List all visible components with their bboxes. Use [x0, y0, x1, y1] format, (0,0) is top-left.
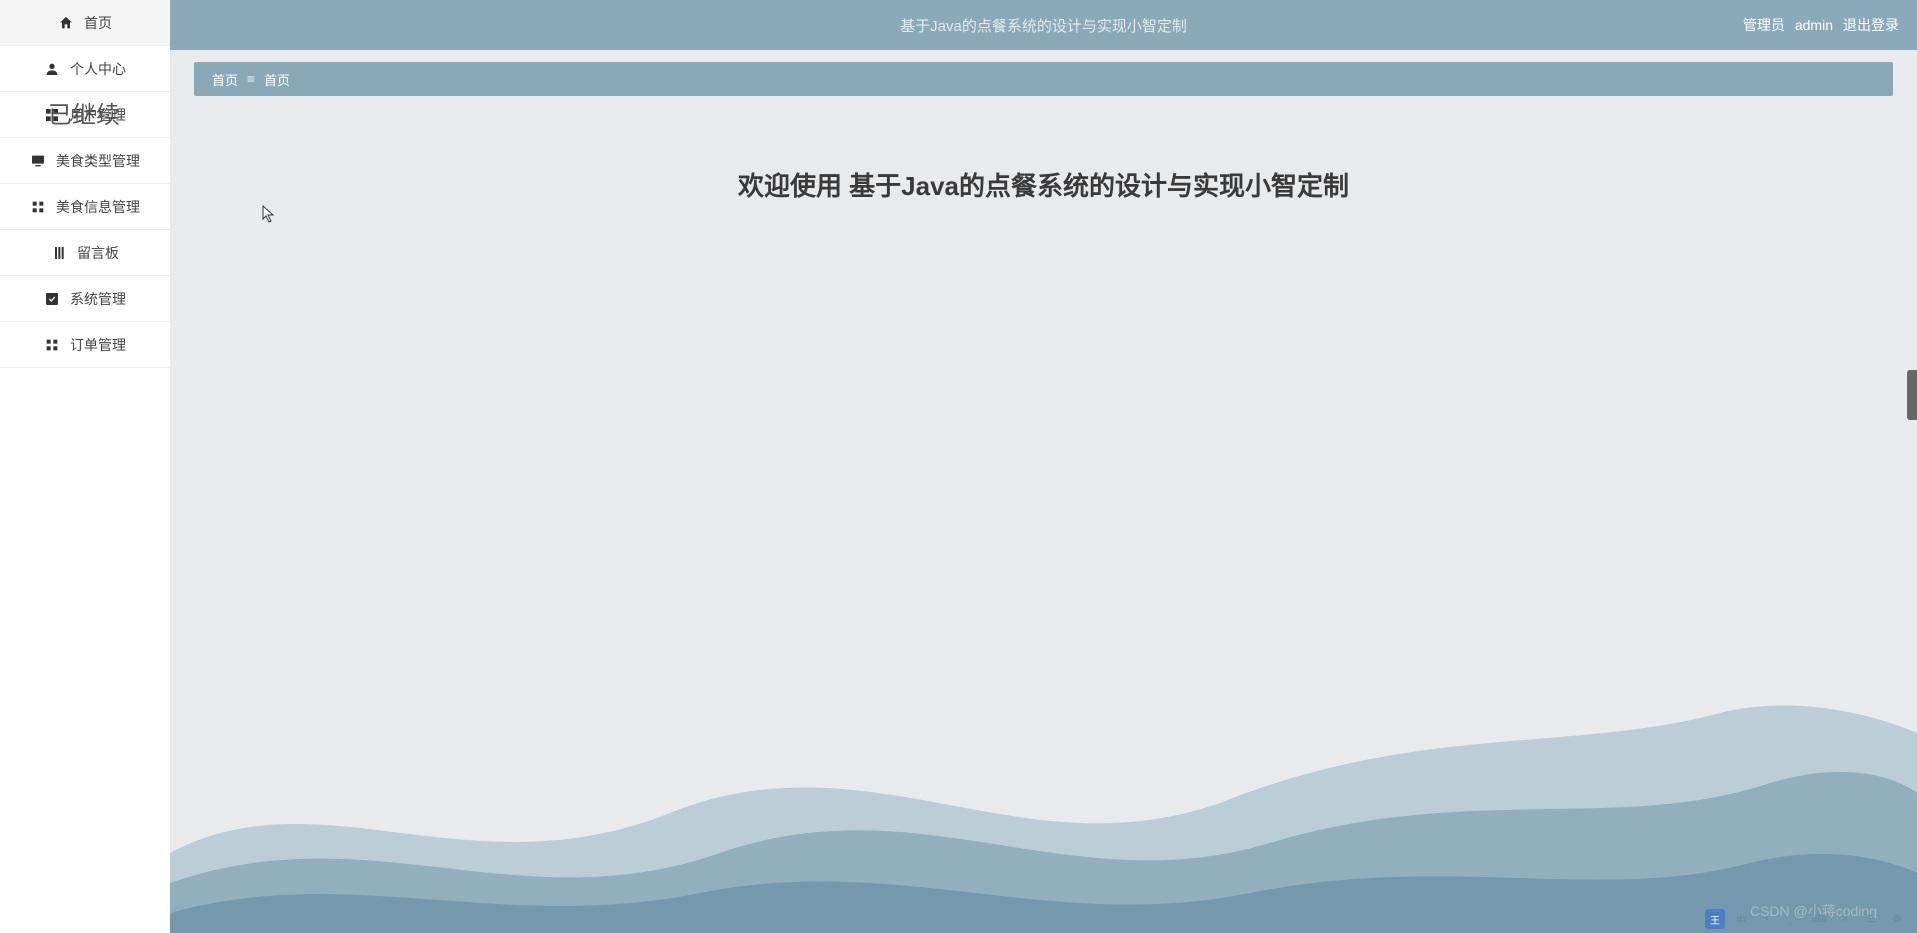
- breadcrumb-current: 首页: [264, 70, 290, 89]
- sidebar-item-food-type[interactable]: 美食类型管理: [0, 138, 170, 184]
- home-icon: [58, 15, 74, 31]
- tray-icon[interactable]: 王: [1705, 909, 1725, 929]
- breadcrumb-root[interactable]: 首页: [212, 70, 238, 89]
- breadcrumb-separator-icon: [246, 74, 256, 84]
- bookmark-icon: [51, 245, 67, 261]
- taskbar-tray: 王 中 • ， ⌨ ✕ ☰ ⚙: [1705, 909, 1907, 929]
- sidebar-item-label: 留言板: [77, 243, 119, 263]
- tray-icon[interactable]: ⚙: [1887, 909, 1907, 929]
- apps-icon: [30, 199, 46, 215]
- tray-icon[interactable]: ，: [1783, 909, 1803, 929]
- tray-icon[interactable]: ⌨: [1809, 909, 1829, 929]
- tray-icon[interactable]: •: [1757, 909, 1777, 929]
- sidebar-item-system-manage[interactable]: 系统管理: [0, 276, 170, 322]
- user-role: 管理员: [1743, 15, 1785, 35]
- sidebar-item-order-manage[interactable]: 订单管理: [0, 322, 170, 368]
- username[interactable]: admin: [1795, 17, 1833, 33]
- page-content: 欢迎使用 基于Java的点餐系统的设计与实现小智定制: [194, 96, 1893, 203]
- sidebar-item-label: 美食信息管理: [56, 197, 140, 217]
- sidebar: 首页 个人中心 用户管理 美食类型管理 美食信息管理: [0, 0, 170, 933]
- sidebar-item-label: 订单管理: [70, 335, 126, 355]
- grid2-icon: [44, 337, 60, 353]
- main-area: 基于Java的点餐系统的设计与实现小智定制 管理员 admin 退出登录 首页 …: [170, 0, 1917, 933]
- sidebar-item-food-info[interactable]: 美食信息管理: [0, 184, 170, 230]
- tray-icon[interactable]: 中: [1731, 909, 1751, 929]
- sidebar-item-profile[interactable]: 个人中心: [0, 46, 170, 92]
- top-header: 基于Java的点餐系统的设计与实现小智定制 管理员 admin 退出登录: [170, 0, 1917, 50]
- tray-icon[interactable]: ☰: [1861, 909, 1881, 929]
- side-drawer-handle[interactable]: [1907, 370, 1917, 420]
- sidebar-item-label: 用户管理: [70, 105, 126, 125]
- grid-icon: [44, 107, 60, 123]
- sidebar-item-label: 个人中心: [70, 59, 126, 79]
- sidebar-item-home[interactable]: 首页: [0, 0, 170, 46]
- breadcrumb: 首页 首页: [194, 62, 1893, 96]
- welcome-heading: 欢迎使用 基于Java的点餐系统的设计与实现小智定制: [194, 166, 1893, 203]
- sidebar-item-label: 美食类型管理: [56, 151, 140, 171]
- sidebar-item-user-manage[interactable]: 用户管理: [0, 92, 170, 138]
- sidebar-item-label: 首页: [84, 13, 112, 33]
- sidebar-item-message-board[interactable]: 留言板: [0, 230, 170, 276]
- monitor-icon: [30, 153, 46, 169]
- person-icon: [44, 61, 60, 77]
- logout-link[interactable]: 退出登录: [1843, 15, 1899, 35]
- check-icon: [44, 291, 60, 307]
- header-right: 管理员 admin 退出登录: [1743, 15, 1899, 35]
- header-title: 基于Java的点餐系统的设计与实现小智定制: [900, 15, 1187, 36]
- content-wrap: 首页 首页 欢迎使用 基于Java的点餐系统的设计与实现小智定制: [170, 50, 1917, 933]
- sidebar-item-label: 系统管理: [70, 289, 126, 309]
- tray-icon[interactable]: ✕: [1835, 909, 1855, 929]
